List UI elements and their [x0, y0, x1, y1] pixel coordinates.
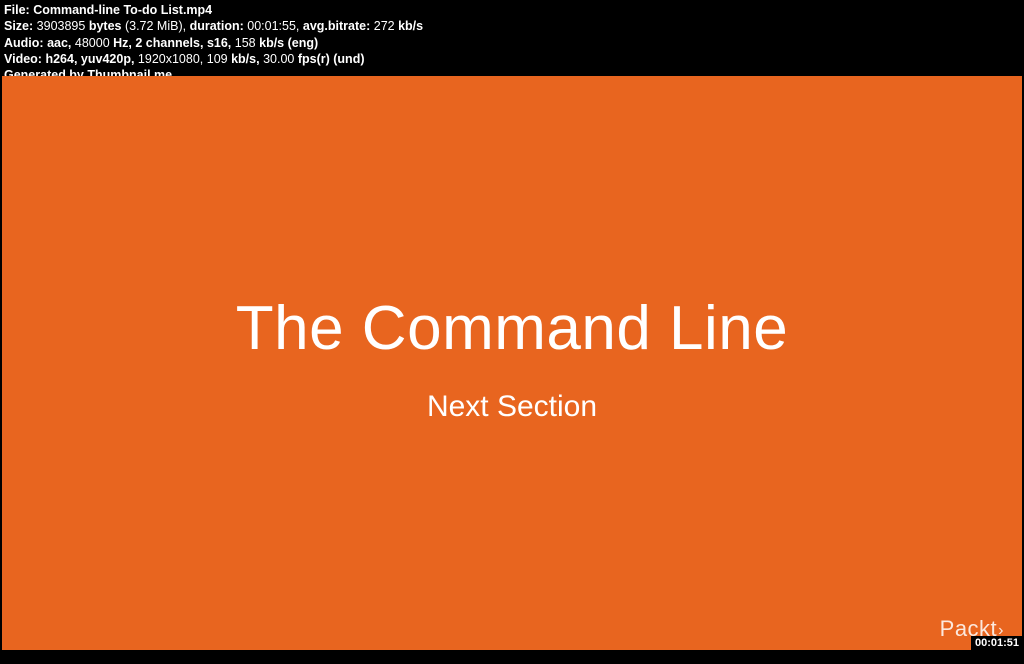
slide-subtitle: Next Section — [427, 390, 597, 424]
meta-line-file: File: Command-line To-do List.mp4 — [4, 2, 1020, 18]
file-label: File: — [4, 3, 30, 17]
metadata-header: File: Command-line To-do List.mp4 Size: … — [0, 0, 1024, 83]
audio-hz: 48000 — [75, 36, 110, 50]
file-value: Command-line To-do List.mp4 — [33, 3, 212, 17]
thumbnail-frame-wrap: The Command Line Next Section Packt› 00:… — [2, 76, 1022, 650]
avgbitrate-value: 272 — [374, 19, 395, 33]
size-mib: (3.72 MiB), — [125, 19, 186, 33]
duration-value: 00:01:55, — [247, 19, 299, 33]
video-fps-unit: fps(r) (und) — [298, 52, 365, 66]
video-bitrate-unit: kb/s, — [231, 52, 260, 66]
meta-line-video: Video: h264, yuv420p, 1920x1080, 109 kb/… — [4, 51, 1020, 67]
audio-bitrate-unit: kb/s (eng) — [259, 36, 318, 50]
video-bitrate: 109 — [207, 52, 228, 66]
video-codec: h264, — [45, 52, 77, 66]
meta-line-size: Size: 3903895 bytes (3.72 MiB), duration… — [4, 18, 1020, 34]
size-bytes: 3903895 — [37, 19, 86, 33]
meta-line-audio: Audio: aac, 48000 Hz, 2 channels, s16, 1… — [4, 35, 1020, 51]
audio-hz-unit: Hz, — [113, 36, 132, 50]
avgbitrate-unit: kb/s — [398, 19, 423, 33]
audio-label: Audio: — [4, 36, 44, 50]
video-label: Video: — [4, 52, 42, 66]
frame-timestamp: 00:01:51 — [971, 636, 1022, 650]
avgbitrate-label: avg.bitrate: — [303, 19, 370, 33]
audio-codec: aac, — [47, 36, 71, 50]
slide-title: The Command Line — [236, 293, 789, 364]
audio-channels: 2 channels, — [135, 36, 203, 50]
size-label: Size: — [4, 19, 33, 33]
video-res: 1920x1080, — [138, 52, 203, 66]
thumbnail-frame: The Command Line Next Section Packt› — [2, 76, 1022, 650]
audio-bitrate: 158 — [235, 36, 256, 50]
video-pixfmt: yuv420p, — [81, 52, 135, 66]
duration-label: duration: — [190, 19, 244, 33]
video-fps: 30.00 — [263, 52, 294, 66]
audio-s16: s16, — [207, 36, 231, 50]
size-bytes-unit: bytes — [89, 19, 122, 33]
